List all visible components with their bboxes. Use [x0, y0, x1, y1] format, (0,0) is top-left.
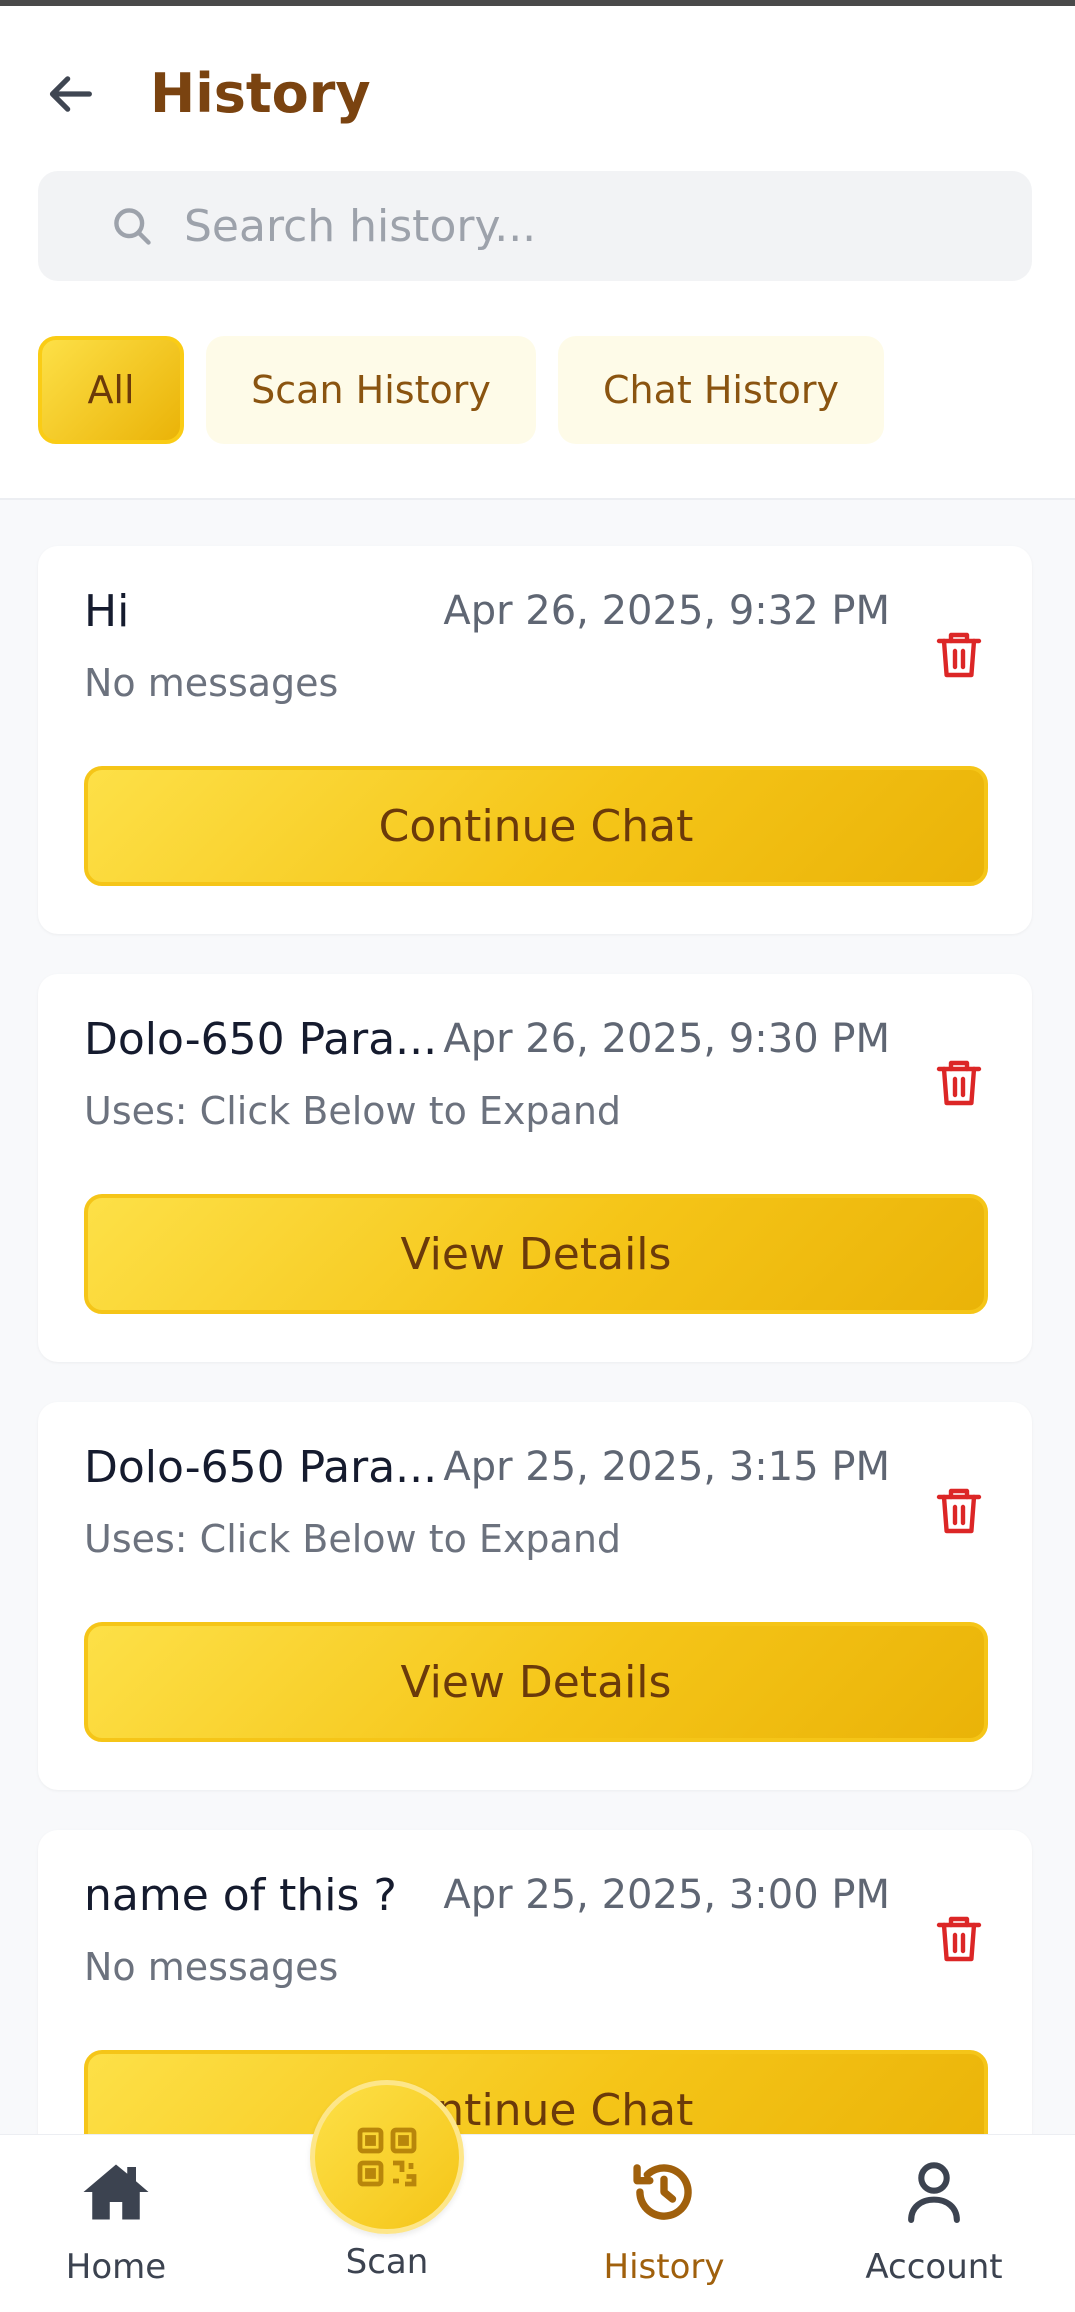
delete-button[interactable] — [928, 1480, 990, 1542]
view-details-button[interactable]: View Details — [84, 1194, 988, 1314]
delete-button[interactable] — [928, 1052, 990, 1114]
filter-scan-history[interactable]: Scan History — [206, 336, 536, 444]
nav-home[interactable]: Home — [16, 2155, 216, 2305]
nav-account[interactable]: Account — [834, 2155, 1034, 2305]
history-card: Hi Apr 26, 2025, 9:32 PM No messages Con… — [38, 546, 1032, 934]
bottom-nav: Home History Account — [0, 2134, 1075, 2312]
card-title: Dolo-650 Para... — [84, 1442, 438, 1493]
trash-icon — [936, 1060, 982, 1106]
card-subtitle: No messages — [84, 661, 339, 705]
card-date: Apr 26, 2025, 9:32 PM — [443, 588, 890, 634]
nav-history-label: History — [603, 2247, 725, 2287]
qr-code-icon — [357, 2127, 417, 2187]
trash-icon — [936, 1488, 982, 1534]
arrow-left-icon — [49, 76, 92, 112]
card-date: Apr 25, 2025, 3:00 PM — [443, 1872, 890, 1918]
search-bar[interactable] — [38, 171, 1032, 281]
card-title: Hi — [84, 586, 130, 637]
history-card: Dolo-650 Para... Apr 26, 2025, 9:30 PM U… — [38, 974, 1032, 1362]
card-date: Apr 25, 2025, 3:15 PM — [443, 1444, 890, 1490]
card-title: Dolo-650 Para... — [84, 1014, 438, 1065]
filter-all[interactable]: All — [38, 336, 184, 444]
history-icon — [627, 2155, 701, 2229]
back-button[interactable] — [36, 58, 108, 130]
card-title: name of this ? — [84, 1870, 397, 1921]
nav-home-label: Home — [65, 2247, 167, 2287]
nav-history[interactable]: History — [564, 2155, 764, 2305]
trash-icon — [936, 1916, 982, 1962]
header: History All Scan History Chat History — [0, 6, 1075, 500]
view-details-button[interactable]: View Details — [84, 1622, 988, 1742]
trash-icon — [936, 632, 982, 678]
account-icon — [897, 2155, 971, 2229]
card-date: Apr 26, 2025, 9:30 PM — [443, 1016, 890, 1062]
filter-chat-history[interactable]: Chat History — [558, 336, 884, 444]
card-subtitle: No messages — [84, 1945, 339, 1989]
continue-chat-button[interactable]: Continue Chat — [84, 766, 988, 886]
home-icon — [79, 2155, 153, 2229]
page-title: History — [150, 62, 371, 125]
delete-button[interactable] — [928, 1908, 990, 1970]
scan-button[interactable] — [310, 2080, 464, 2234]
search-icon — [102, 196, 162, 256]
nav-account-label: Account — [865, 2247, 1003, 2287]
card-subtitle: Uses: Click Below to Expand — [84, 1517, 622, 1561]
search-input[interactable] — [184, 200, 984, 252]
delete-button[interactable] — [928, 624, 990, 686]
history-card: Dolo-650 Para... Apr 25, 2025, 3:15 PM U… — [38, 1402, 1032, 1790]
nav-scan-label: Scan — [345, 2242, 429, 2282]
card-subtitle: Uses: Click Below to Expand — [84, 1089, 622, 1133]
